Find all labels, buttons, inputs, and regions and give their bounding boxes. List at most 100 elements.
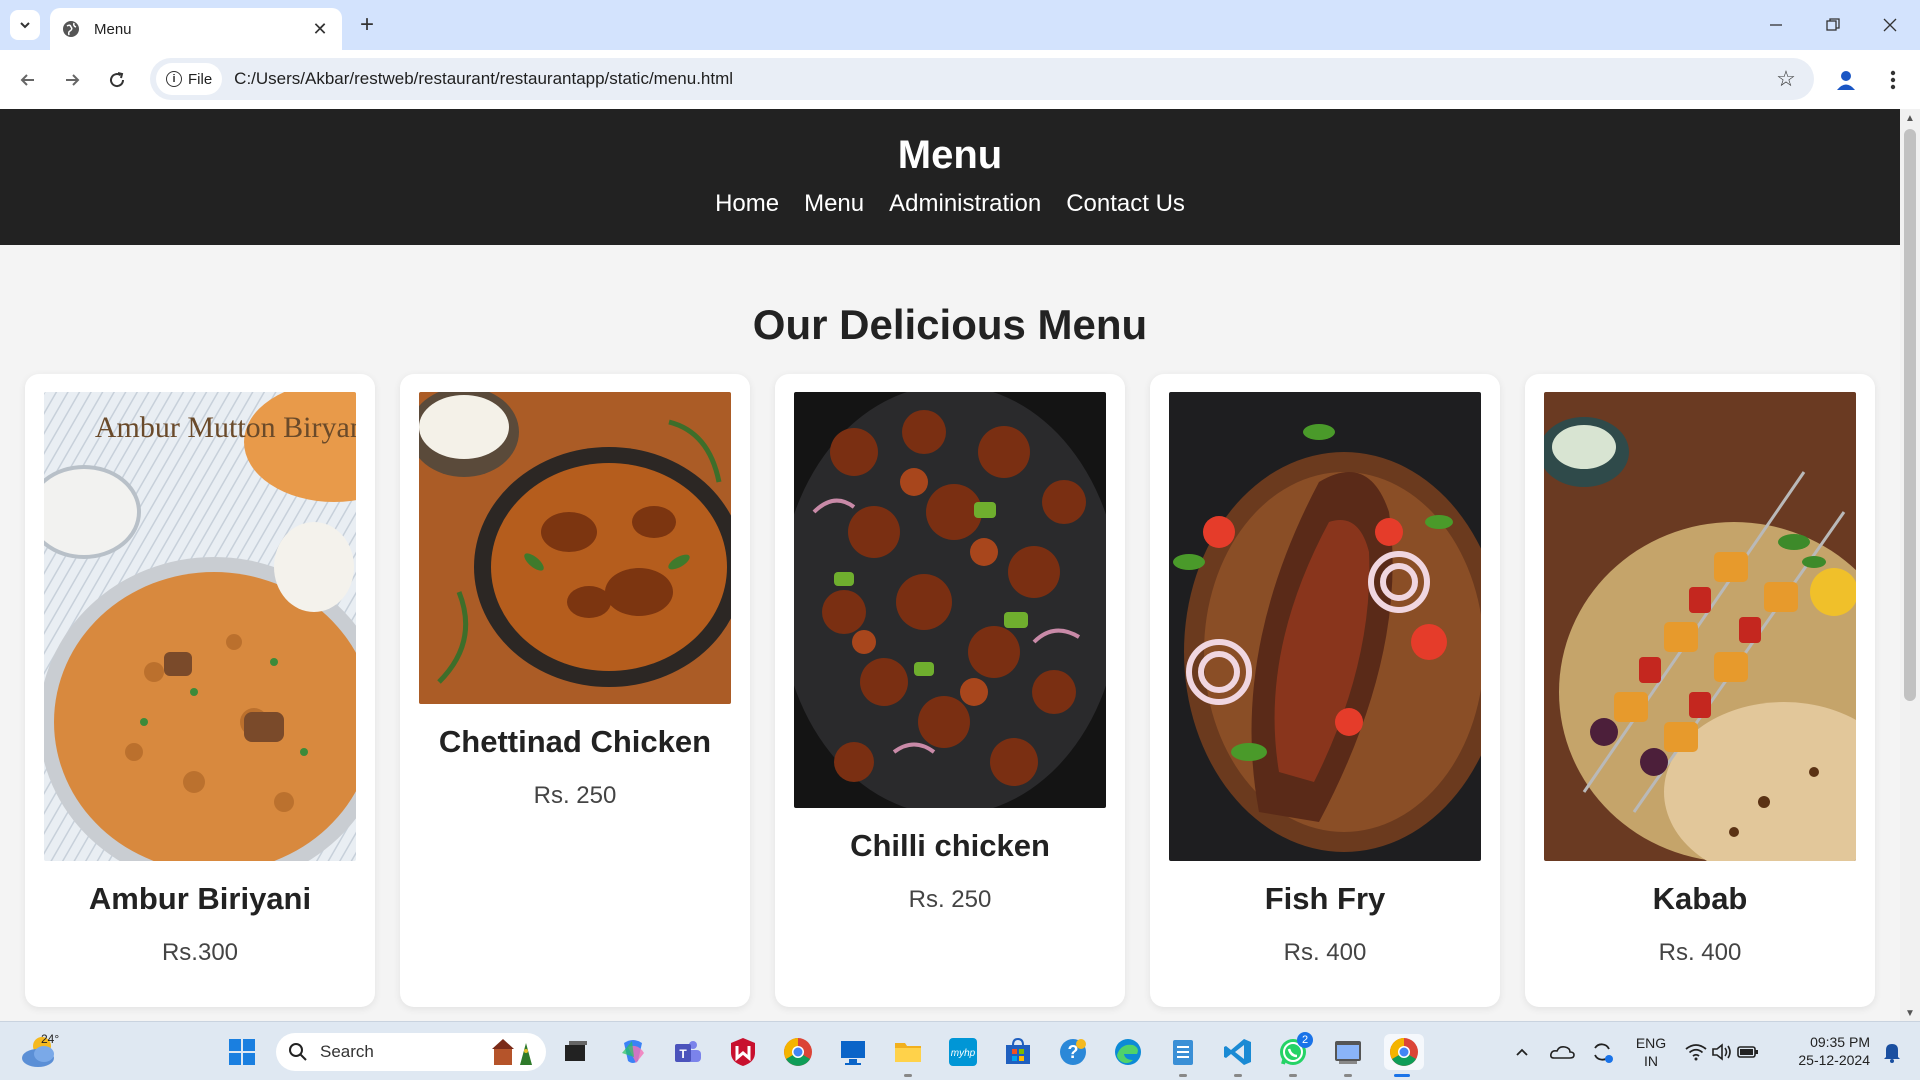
chrome-icon — [784, 1038, 812, 1066]
dish-name: Ambur Biriyani — [88, 881, 312, 916]
taskbar: 24° Search T myhp ? 2 ENG IN 09:35 PM 25… — [0, 1021, 1920, 1080]
dish-price: Rs. 250 — [533, 782, 617, 809]
tab-menu[interactable]: Menu ✕ — [50, 8, 342, 50]
fish-fry-image — [1169, 392, 1481, 861]
reload-icon — [110, 72, 125, 88]
mcafee-app[interactable] — [725, 1034, 761, 1070]
language-indicator[interactable]: ENG IN — [1628, 1034, 1674, 1070]
running-indicator — [1394, 1074, 1410, 1077]
notepad-app[interactable] — [1165, 1034, 1201, 1077]
battery-icon — [1737, 1046, 1758, 1058]
restore-icon — [1826, 18, 1840, 31]
store-icon — [1006, 1037, 1030, 1064]
copilot-icon — [622, 1040, 644, 1063]
tab-search-button[interactable] — [10, 10, 40, 40]
minimize-button[interactable] — [1756, 8, 1796, 42]
show-hidden-icons-button[interactable] — [1504, 1034, 1540, 1070]
menu-grid: Ambur Mutton Biryani Ambur Biriyani Rs.3… — [25, 374, 1875, 1007]
dish-price: Rs. 400 — [1658, 939, 1742, 966]
forward-button[interactable] — [54, 62, 90, 98]
bookmark-star-icon[interactable]: ☆ — [1768, 66, 1804, 92]
copilot-app[interactable] — [615, 1034, 651, 1070]
chevron-down-icon — [20, 22, 30, 29]
running-indicator — [1234, 1074, 1242, 1077]
edge-icon — [1115, 1039, 1141, 1065]
minimize-icon — [1770, 24, 1782, 26]
close-window-button[interactable] — [1870, 8, 1910, 42]
whatsapp-app[interactable]: 2 — [1275, 1032, 1313, 1077]
vscode-icon — [1224, 1039, 1251, 1065]
edge-app[interactable] — [1110, 1034, 1146, 1070]
close-tab-icon[interactable]: ✕ — [310, 19, 330, 40]
shield-icon — [731, 1038, 755, 1066]
kabab-image — [1544, 392, 1856, 861]
close-icon — [1883, 18, 1897, 32]
clock[interactable]: 09:35 PM 25-12-2024 — [1780, 1033, 1870, 1069]
menu-card-ambur-biriyani: Ambur Mutton Biryani Ambur Biriyani Rs.3… — [25, 374, 375, 1007]
chrome-icon — [1390, 1038, 1418, 1066]
quick-settings-tray[interactable] — [1682, 1034, 1762, 1070]
site-header: Menu Home Menu Administration Contact Us — [0, 109, 1900, 245]
image-caption-text: Ambur Mutton Biryani — [95, 411, 356, 444]
scroll-down-icon[interactable]: ▼ — [1905, 1008, 1915, 1019]
start-button[interactable] — [224, 1034, 260, 1070]
address-bar[interactable]: i File C:/Users/Akbar/restweb/restaurant… — [150, 58, 1814, 100]
search-highlight-icon — [492, 1039, 532, 1065]
scroll-up-icon[interactable]: ▲ — [1905, 113, 1915, 124]
back-button[interactable] — [10, 62, 46, 98]
nav-link-home[interactable]: Home — [715, 190, 779, 218]
reload-button[interactable] — [99, 62, 135, 98]
dish-price: Rs.300 — [161, 939, 239, 966]
nav-link-contact-us[interactable]: Contact Us — [1066, 190, 1185, 218]
terminal-app[interactable] — [1330, 1034, 1366, 1077]
url-text[interactable]: C:/Users/Akbar/restweb/restaurant/restau… — [234, 69, 1768, 89]
task-view-button[interactable] — [558, 1034, 594, 1070]
menu-card-chilli-chicken: Chilli chicken Rs. 250 — [775, 374, 1125, 1007]
myhp-app[interactable]: myhp — [945, 1034, 981, 1070]
info-icon: i — [166, 71, 182, 87]
arrow-right-icon — [66, 74, 80, 86]
dish-name: Chettinad Chicken — [438, 724, 712, 759]
search-label: Search — [320, 1042, 374, 1061]
tab-title: Menu — [94, 20, 132, 38]
scrollbar-thumb[interactable] — [1904, 129, 1916, 701]
browser-menu-button[interactable] — [1878, 64, 1908, 96]
browser-toolbar: i File C:/Users/Akbar/restweb/restaurant… — [0, 50, 1920, 109]
terminal-icon — [1335, 1041, 1361, 1064]
restore-button[interactable] — [1813, 8, 1853, 42]
onedrive-tray[interactable] — [1544, 1034, 1580, 1070]
ambur-biriyani-image: Ambur Mutton Biryani — [44, 392, 356, 861]
svg-text:myhp: myhp — [951, 1048, 976, 1059]
dish-price: Rs. 250 — [908, 886, 992, 913]
file-explorer-app[interactable] — [890, 1034, 926, 1077]
notepad-icon — [1173, 1040, 1193, 1065]
microsoft-store-app[interactable] — [1000, 1034, 1036, 1070]
page-scrollbar[interactable]: ▲ ▼ — [1900, 109, 1920, 1021]
notifications-button[interactable] — [1874, 1034, 1910, 1070]
cloud-icon — [1550, 1046, 1575, 1059]
vscode-app[interactable] — [1220, 1034, 1256, 1077]
taskbar-search[interactable]: Search — [276, 1033, 546, 1071]
help-icon: ? — [1060, 1039, 1086, 1065]
remote-desktop-app[interactable] — [835, 1034, 871, 1070]
globe-icon — [63, 21, 79, 37]
chrome-pinned-app[interactable] — [780, 1034, 816, 1070]
nav-link-menu[interactable]: Menu — [804, 190, 864, 218]
teams-app[interactable]: T — [670, 1034, 706, 1070]
get-help-app[interactable]: ? — [1055, 1034, 1091, 1070]
notification-badge: 2 — [1297, 1032, 1313, 1048]
wifi-icon — [1685, 1044, 1707, 1061]
site-info-chip[interactable]: i File — [156, 63, 223, 95]
volume-icon — [1712, 1043, 1731, 1061]
dish-name: Fish Fry — [1264, 881, 1386, 916]
weather-widget[interactable]: 24° — [20, 1032, 64, 1072]
new-tab-button[interactable]: + — [352, 10, 382, 40]
menu-card-fish-fry: Fish Fry Rs. 400 — [1150, 374, 1500, 1007]
monitor-icon — [841, 1041, 865, 1065]
chrome-active-app[interactable] — [1384, 1034, 1424, 1077]
page-title: Menu — [897, 133, 1003, 177]
profile-button[interactable] — [1830, 64, 1862, 96]
sync-tray[interactable] — [1584, 1034, 1620, 1070]
running-indicator — [1289, 1074, 1297, 1077]
nav-link-administration[interactable]: Administration — [889, 190, 1041, 218]
